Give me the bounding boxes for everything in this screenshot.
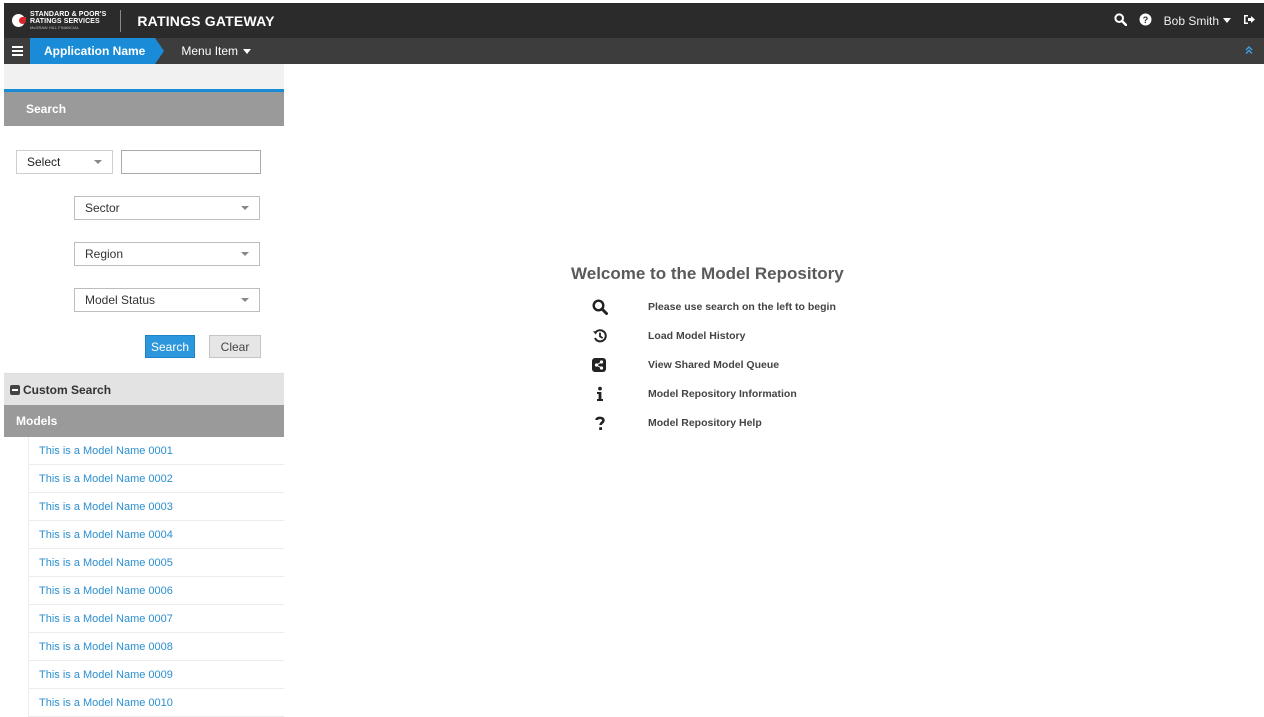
region-label: Region	[85, 247, 124, 261]
welcome-item-shared[interactable]: View Shared Model Queue	[592, 350, 911, 379]
search-form: Select Sector Region Model Status Search…	[4, 126, 284, 373]
welcome-item-label: Please use search on the left to begin	[648, 300, 836, 313]
chevron-down-icon	[243, 48, 252, 54]
application-name-tab[interactable]: Application Name	[30, 38, 165, 64]
logo-line-2: RATINGS SERVICES	[30, 18, 100, 25]
search-type-label: Select	[27, 155, 61, 169]
menu-item-label: Menu Item	[181, 44, 239, 58]
svg-text:?: ?	[1142, 15, 1148, 25]
list-item[interactable]: This is a Model Name 0010	[29, 689, 284, 717]
share-icon	[592, 357, 628, 372]
collapse-minus-icon	[10, 384, 20, 395]
logout-icon[interactable]	[1243, 13, 1256, 29]
dropdown-caret-icon	[241, 298, 249, 302]
list-item[interactable]: This is a Model Name 0007	[29, 605, 284, 633]
search-input[interactable]	[121, 150, 261, 174]
question-icon	[592, 415, 628, 431]
dropdown-caret-icon	[241, 206, 249, 210]
help-icon[interactable]: ?	[1139, 13, 1152, 29]
model-list: This is a Model Name 0001 This is a Mode…	[28, 437, 284, 717]
welcome-item-history[interactable]: Load Model History	[592, 321, 911, 350]
clear-button[interactable]: Clear	[209, 335, 261, 358]
chevron-down-icon	[1223, 18, 1231, 23]
logo-line-1: STANDARD & POOR'S	[30, 11, 107, 18]
menu-item-dropdown[interactable]: Menu Item	[181, 44, 252, 58]
dropdown-caret-icon	[241, 252, 249, 256]
welcome-panel: Welcome to the Model Repository Please u…	[571, 264, 911, 437]
page-title: Welcome to the Model Repository	[571, 264, 844, 283]
models-panel-header: Models	[4, 405, 284, 437]
app-title: RATINGS GATEWAY	[137, 12, 275, 29]
sidebar-top-strip	[4, 64, 284, 92]
top-header: STANDARD & POOR'S RATINGS SERVICES McGRA…	[4, 3, 1264, 38]
welcome-item-search[interactable]: Please use search on the left to begin	[592, 292, 911, 321]
list-item[interactable]: This is a Model Name 0001	[29, 437, 284, 465]
hamburger-menu-icon[interactable]	[4, 38, 30, 64]
model-status-label: Model Status	[85, 293, 156, 307]
dropdown-caret-icon	[94, 160, 102, 164]
info-icon	[592, 386, 628, 402]
history-icon	[592, 328, 628, 344]
welcome-item-label: Model Repository Help	[648, 416, 762, 429]
list-item[interactable]: This is a Model Name 0004	[29, 521, 284, 549]
welcome-item-label: Load Model History	[648, 329, 746, 342]
sector-dropdown[interactable]: Sector	[74, 196, 260, 220]
sidebar: Search Select Sector Region Model Status…	[4, 64, 284, 717]
custom-search-toggle[interactable]: Custom Search	[4, 373, 284, 405]
header-divider	[120, 9, 122, 32]
collapse-up-icon[interactable]	[1244, 45, 1254, 58]
list-item[interactable]: This is a Model Name 0003	[29, 493, 284, 521]
search-panel-header: Search	[4, 92, 284, 126]
list-item[interactable]: This is a Model Name 0002	[29, 465, 284, 493]
logo-line-3: McGRAW HILL FINANCIAL	[30, 25, 80, 30]
welcome-item-info[interactable]: Model Repository Information	[592, 379, 911, 408]
search-icon	[592, 298, 628, 315]
welcome-item-label: View Shared Model Queue	[648, 358, 780, 371]
welcome-item-label: Model Repository Information	[648, 387, 797, 400]
list-item[interactable]: This is a Model Name 0008	[29, 633, 284, 661]
custom-search-label: Custom Search	[23, 382, 112, 397]
menu-bar: Application Name Menu Item	[4, 38, 1264, 64]
list-item[interactable]: This is a Model Name 0009	[29, 661, 284, 689]
region-dropdown[interactable]: Region	[74, 242, 260, 266]
welcome-item-help[interactable]: Model Repository Help	[592, 408, 911, 437]
list-item[interactable]: This is a Model Name 0005	[29, 549, 284, 577]
user-name: Bob Smith	[1163, 13, 1219, 28]
sector-label: Sector	[85, 201, 120, 215]
search-type-select[interactable]: Select	[16, 150, 113, 174]
sp-logo[interactable]: STANDARD & POOR'S RATINGS SERVICES McGRA…	[12, 3, 106, 38]
model-status-dropdown[interactable]: Model Status	[74, 288, 260, 312]
logo-mark-icon	[12, 14, 26, 27]
search-icon[interactable]	[1114, 12, 1127, 29]
search-button[interactable]: Search	[145, 335, 195, 358]
list-item[interactable]: This is a Model Name 0006	[29, 577, 284, 605]
user-menu[interactable]: Bob Smith	[1164, 14, 1231, 28]
